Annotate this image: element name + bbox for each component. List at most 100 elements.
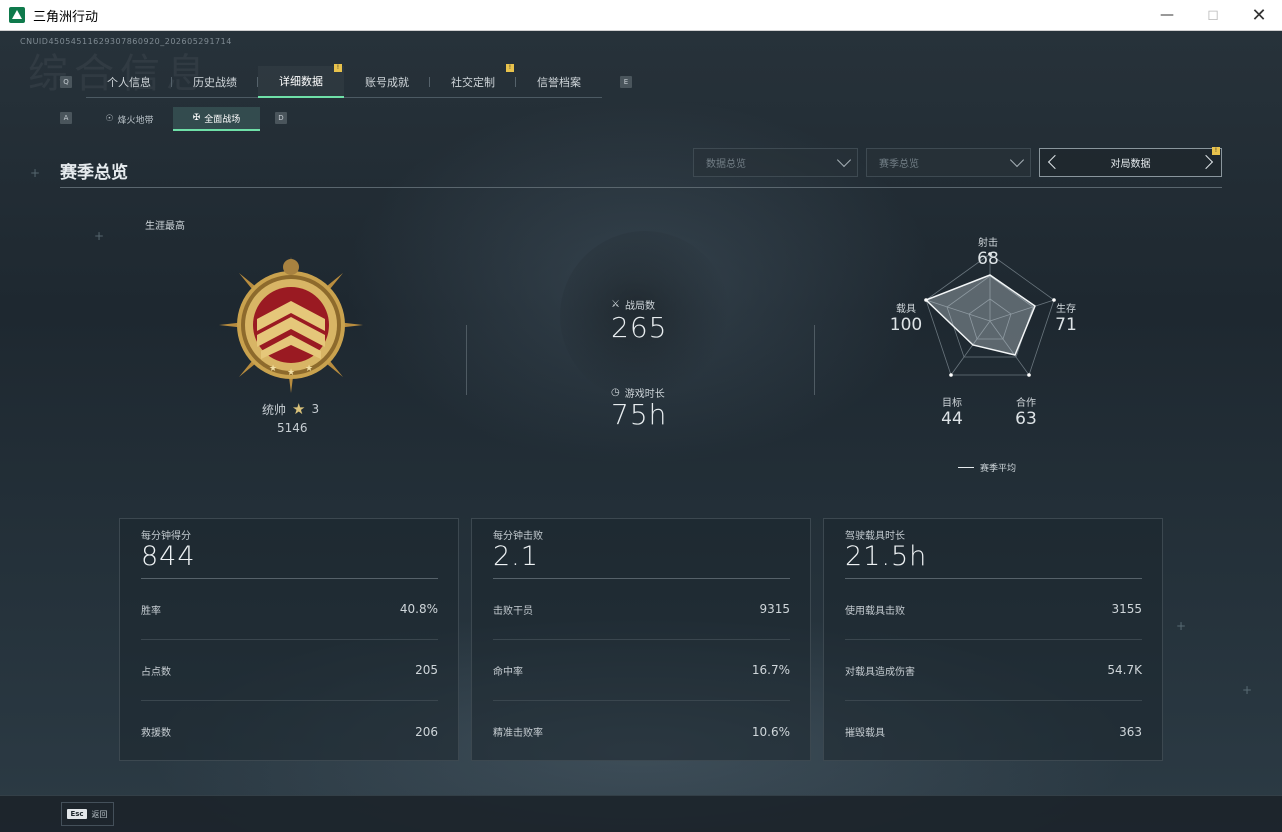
card-main-value: 21.5h — [845, 541, 928, 572]
chevron-right-icon[interactable] — [1198, 154, 1214, 170]
stat-value: 10.6% — [751, 724, 790, 739]
rank-score: 5146 — [277, 421, 308, 435]
matches-value: 265 — [611, 311, 668, 344]
notification-badge: ! — [506, 64, 514, 72]
stat-label: 占点数 — [141, 666, 171, 678]
radar-axis-value: 100 — [889, 315, 923, 335]
tab-match-history[interactable]: 历史战绩 — [172, 66, 258, 98]
chevron-down-icon — [1009, 152, 1025, 168]
radar-axis-label: 合作 — [1016, 398, 1036, 409]
card-title: 每分钟得分 — [141, 531, 191, 542]
tab-label: 个人信息 — [107, 76, 151, 89]
mode-subtabs: ☉ 烽火地带 ✠ 全面战场 — [86, 107, 260, 131]
crosshair-decoration: + — [1242, 683, 1253, 697]
matches-label-text: 战局数 — [624, 301, 655, 312]
user-uid: CNUID45054511629307860920_202605291714 — [20, 37, 232, 46]
tab-label: 信誉档案 — [537, 76, 581, 89]
stat-row: 击败干员 9315 — [493, 579, 790, 640]
radar-axis-label: 生存 — [1056, 304, 1076, 315]
data-overview-dropdown[interactable]: 数据总览 — [693, 148, 858, 177]
rank-stars-count: 3 — [311, 402, 320, 416]
stat-value: 3155 — [1111, 602, 1142, 616]
stat-value: 206 — [415, 724, 438, 739]
stat-label: 使用载具击败 — [845, 605, 905, 617]
stat-label: 对载具造成伤害 — [845, 666, 915, 678]
subtab-label: 全面战场 — [204, 114, 241, 125]
vertical-divider — [466, 325, 467, 395]
main-tabs: 个人信息 历史战绩 详细数据 ! 账号成就 社交定制 ! 信誉档案 — [86, 64, 602, 98]
card-title: 每分钟击败 — [493, 531, 543, 542]
crosshair-decoration: + — [94, 229, 105, 243]
tab-label: 历史战绩 — [193, 76, 237, 89]
minimize-button[interactable]: — — [1144, 0, 1190, 30]
stat-value: 16.7% — [751, 663, 790, 677]
subtab-full-battlefield[interactable]: ✠ 全面战场 — [173, 107, 260, 131]
stat-label: 精准击败率 — [493, 728, 543, 739]
tab-social-custom[interactable]: 社交定制 ! — [430, 64, 516, 98]
stat-value: 9315 — [759, 602, 790, 616]
tab-prev-key-hint[interactable]: Q — [60, 76, 72, 88]
rank-medal-icon: ★ ★ ★ — [219, 257, 363, 393]
card-main-value: 844 — [141, 541, 196, 572]
subtab-next-key-hint[interactable]: D — [275, 112, 287, 124]
combat-stats-card: 每分钟击败 2.1 击败干员 9315 命中率 16.7% 精准击败率 10.6% — [471, 518, 811, 761]
notification-badge: ! — [334, 64, 342, 72]
esc-key-hint: Esc — [67, 809, 87, 819]
radar-axis-value: 63 — [1015, 409, 1037, 429]
crosshair-decoration: + — [30, 166, 41, 180]
legend-label: 赛季平均 — [980, 464, 1017, 474]
subtab-hazard-zone[interactable]: ☉ 烽火地带 — [86, 107, 173, 131]
maximize-button[interactable]: ◻ — [1190, 0, 1236, 30]
stat-value: 54.7K — [1107, 663, 1142, 677]
flame-icon: ☉ — [105, 114, 114, 124]
pager-label: 对局数据 — [1110, 159, 1151, 170]
section-title: 赛季总览 — [60, 163, 128, 183]
chevron-left-icon[interactable] — [1047, 154, 1063, 170]
card-main-value: 2.1 — [493, 541, 539, 572]
back-button[interactable]: Esc 返回 — [61, 802, 114, 826]
close-button[interactable]: ✕ — [1236, 0, 1282, 30]
tab-detailed-data[interactable]: 详细数据 ! — [258, 64, 344, 98]
stat-row: 精准击败率 10.6% — [493, 701, 790, 762]
stat-row: 命中率 16.7% — [493, 640, 790, 701]
radar-axis-value: 68 — [977, 249, 999, 269]
stat-value: 40.8% — [399, 602, 438, 616]
card-title: 驾驶载具时长 — [845, 531, 905, 542]
match-data-pager: 对局数据 ! — [1039, 147, 1222, 177]
tab-personal-info[interactable]: 个人信息 — [86, 66, 172, 98]
playtime-value: 75h — [611, 398, 668, 431]
clock-icon: ◷ — [611, 387, 620, 398]
stat-label: 命中率 — [493, 666, 523, 678]
score-stats-card: 每分钟得分 844 胜率 40.8% 占点数 205 救援数 206 — [119, 518, 459, 761]
season-overview-dropdown[interactable]: 赛季总览 — [866, 148, 1031, 177]
rank-info: 统帅 ★ 3 — [262, 400, 319, 418]
star-icon: ★ — [292, 400, 306, 418]
dropdown-value: 赛季总览 — [879, 159, 919, 170]
chevron-down-icon — [836, 152, 852, 168]
tab-label: 社交定制 — [451, 76, 495, 89]
stat-label: 击败干员 — [493, 605, 533, 617]
stat-label: 胜率 — [141, 605, 161, 617]
stat-row: 对载具造成伤害 54.7K — [845, 640, 1142, 701]
stat-value: 205 — [415, 663, 438, 677]
tab-achievements[interactable]: 账号成就 — [344, 66, 430, 98]
tab-label: 详细数据 — [279, 75, 323, 88]
radar-data-polygon — [924, 274, 1036, 356]
stat-row: 摧毁载具 363 — [845, 701, 1142, 762]
stat-row: 救援数 206 — [141, 701, 438, 762]
career-highest-label: 生涯最高 — [145, 221, 185, 232]
tab-credit-record[interactable]: 信誉档案 — [516, 66, 602, 98]
stat-label: 救援数 — [141, 728, 171, 739]
subtab-prev-key-hint[interactable]: A — [60, 112, 72, 124]
crosshair-decoration: + — [1176, 619, 1187, 633]
vehicle-stats-card: 驾驶载具时长 21.5h 使用载具击败 3155 对载具造成伤害 54.7K 摧毁载… — [823, 518, 1163, 761]
section-divider — [60, 187, 1222, 188]
stat-label: 摧毁载具 — [845, 728, 885, 739]
stat-row: 胜率 40.8% — [141, 579, 438, 640]
svg-text:★: ★ — [305, 364, 313, 374]
svg-text:★: ★ — [269, 364, 277, 374]
matches-label: ⚔ 战局数 — [611, 297, 655, 312]
window-titlebar: 三角洲行动 — ◻ ✕ — [0, 0, 1282, 31]
tab-next-key-hint[interactable]: E — [620, 76, 632, 88]
game-viewport: 综合信息 CNUID45054511629307860920_202605291… — [0, 31, 1282, 832]
